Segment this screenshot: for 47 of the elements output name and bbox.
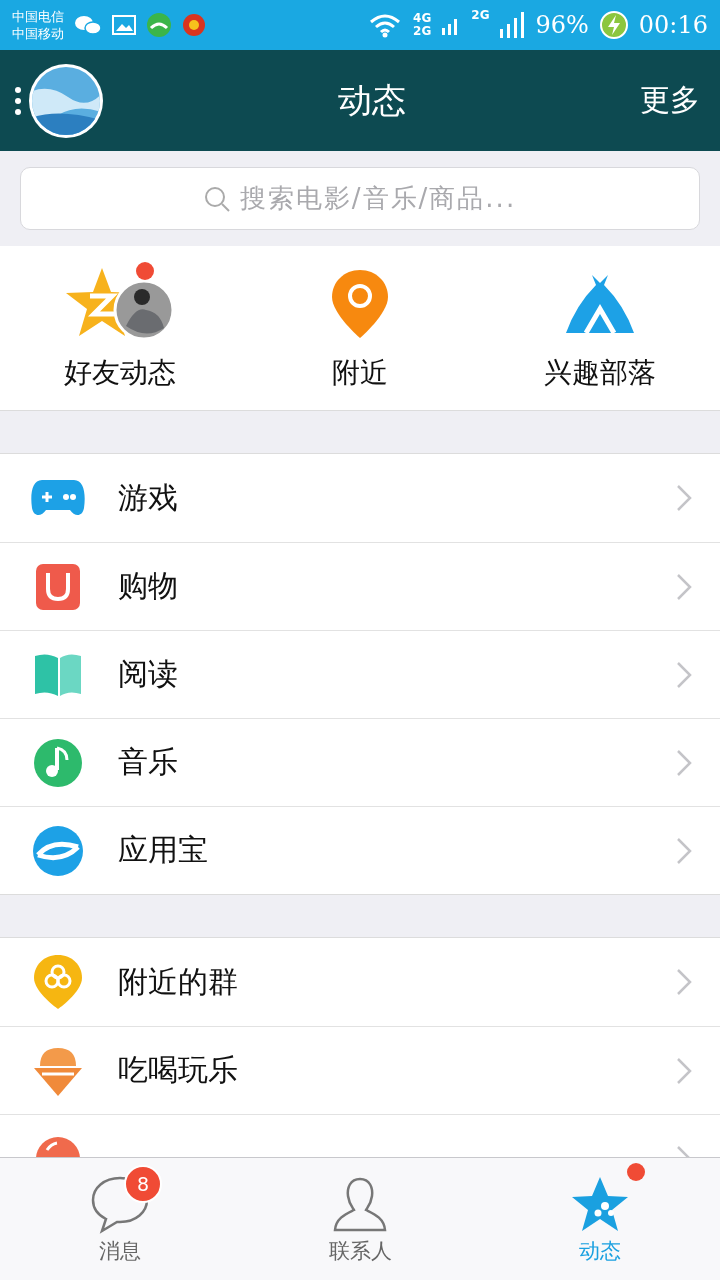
swirl-icon — [32, 824, 84, 877]
signal-icon — [499, 11, 526, 39]
music-note-icon — [33, 737, 83, 788]
gamepad-icon — [30, 478, 86, 518]
badge-app-icon — [182, 13, 206, 37]
tab-item[interactable]: 8 消息 — [0, 1158, 240, 1280]
carrier-name: 中国电信 — [12, 8, 64, 25]
menu-icon[interactable] — [14, 85, 22, 116]
person-icon — [332, 1176, 388, 1232]
location-pin-icon — [330, 268, 390, 340]
menu-row[interactable]: 音乐 — [0, 718, 720, 806]
chat-app-icon — [74, 14, 102, 36]
charging-icon — [598, 10, 629, 40]
battery-level: 96% — [535, 11, 589, 39]
page-title: 动态 — [337, 78, 407, 122]
chevron-icon — [676, 572, 692, 601]
carrier-name: 中国移动 — [12, 25, 64, 42]
image-icon — [112, 15, 136, 35]
clock: 00:16 — [638, 11, 708, 39]
more-button[interactable]: 更多 — [640, 80, 700, 121]
chevron-icon — [676, 748, 692, 777]
menu-row[interactable]: 购物 — [0, 542, 720, 630]
menu-row[interactable]: 应用宝 — [0, 806, 720, 894]
network-type: 2G — [471, 8, 490, 22]
chevron-icon — [676, 660, 692, 689]
book-icon — [33, 651, 83, 698]
menu-row[interactable]: 附近的群 — [0, 938, 720, 1026]
menu-row[interactable]: 吃喝玩乐 — [0, 1026, 720, 1114]
app-notification-icon — [146, 12, 172, 38]
paw-star-icon — [571, 1176, 629, 1232]
chevron-icon — [676, 1056, 692, 1085]
shortcut-label[interactable]: 附近 — [332, 354, 388, 392]
chevron-icon — [676, 836, 692, 865]
tab-item[interactable]: 联系人 — [240, 1158, 480, 1280]
chevron-icon — [676, 968, 692, 996]
unread-badge: 8 — [124, 1165, 162, 1203]
network-type: 2G — [413, 25, 432, 38]
shortcut-label[interactable]: 兴趣部落 — [544, 354, 656, 392]
group-pin-icon — [33, 954, 83, 1010]
chevron-icon — [676, 484, 692, 512]
shortcut-label[interactable]: 好友动态 — [64, 354, 176, 392]
network-type: 4G — [413, 12, 432, 25]
menu-row[interactable]: 游戏 — [0, 454, 720, 542]
shopping-bag-icon — [35, 562, 81, 611]
menu-row[interactable]: 阅读 — [0, 630, 720, 718]
search-icon — [203, 185, 230, 212]
avatar[interactable] — [28, 62, 104, 139]
